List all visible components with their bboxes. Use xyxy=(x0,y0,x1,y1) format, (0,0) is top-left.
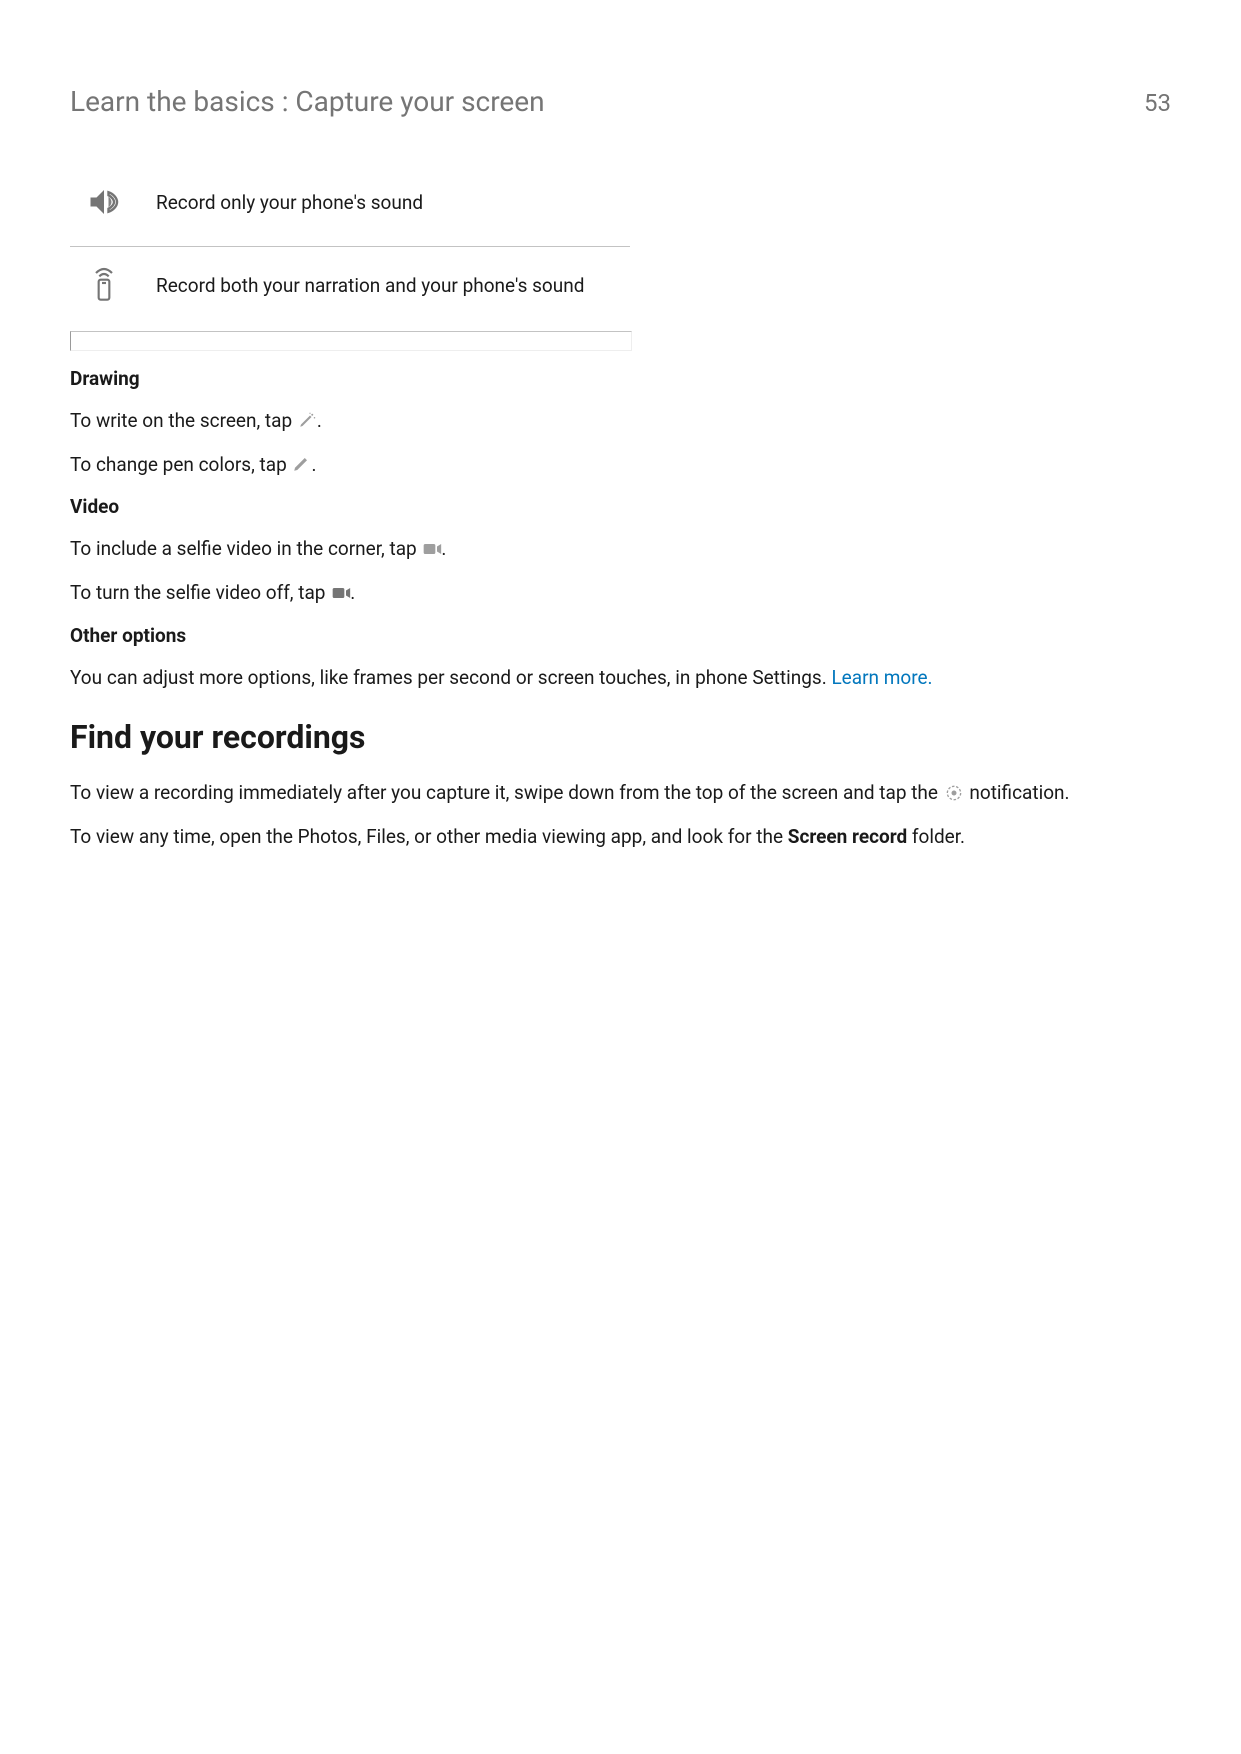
record-notification-icon xyxy=(944,783,964,803)
page-number: 53 xyxy=(1144,89,1171,117)
drawing-line-1: To write on the screen, tap . xyxy=(70,408,1171,434)
text: To view any time, open the Photos, Files… xyxy=(70,825,788,848)
text: To change pen colors, tap xyxy=(70,453,291,476)
option-label: Record both your narration and your phon… xyxy=(130,274,630,297)
option-label: Record only your phone's sound xyxy=(130,191,630,214)
drawing-line-2: To change pen colors, tap . xyxy=(70,452,1171,478)
breadcrumb: Learn the basics : Capture your screen xyxy=(70,85,545,118)
text: . xyxy=(350,581,355,604)
volume-icon xyxy=(78,184,130,220)
separator xyxy=(70,331,632,351)
text: To write on the screen, tap xyxy=(70,409,297,432)
text: . xyxy=(311,453,316,476)
pen-icon xyxy=(292,454,310,472)
pen-sparkle-icon xyxy=(298,410,316,428)
speakerphone-icon xyxy=(78,265,130,305)
text: To view a recording immediately after yo… xyxy=(70,781,943,804)
video-heading: Video xyxy=(70,495,1171,518)
document-page: Learn the basics : Capture your screen 5… xyxy=(0,0,1241,1754)
text: notification. xyxy=(965,781,1070,804)
video-line-2: To turn the selfie video off, tap . xyxy=(70,580,1171,606)
video-camera-off-icon xyxy=(331,582,349,600)
drawing-heading: Drawing xyxy=(70,367,1171,390)
video-line-1: To include a selfie video in the corner,… xyxy=(70,536,1171,562)
recordings-p2: To view any time, open the Photos, Files… xyxy=(70,824,1171,850)
screen-record-folder-name: Screen record xyxy=(788,825,907,848)
other-options-text: You can adjust more options, like frames… xyxy=(70,665,1171,691)
option-row-narration-and-sound: Record both your narration and your phon… xyxy=(70,246,630,331)
text: . xyxy=(317,409,322,432)
text: To include a selfie video in the corner,… xyxy=(70,537,421,560)
recordings-p1: To view a recording immediately after yo… xyxy=(70,780,1171,806)
other-options-heading: Other options xyxy=(70,624,1171,647)
option-row-phone-sound: Record only your phone's sound xyxy=(70,176,630,246)
text: You can adjust more options, like frames… xyxy=(70,666,831,689)
text: folder. xyxy=(907,825,965,848)
text: . xyxy=(441,537,446,560)
find-recordings-heading: Find your recordings xyxy=(70,718,1171,756)
page-header: Learn the basics : Capture your screen 5… xyxy=(70,85,1171,118)
text: To turn the selfie video off, tap xyxy=(70,581,330,604)
video-camera-icon xyxy=(422,538,440,556)
learn-more-link[interactable]: Learn more. xyxy=(831,666,932,689)
